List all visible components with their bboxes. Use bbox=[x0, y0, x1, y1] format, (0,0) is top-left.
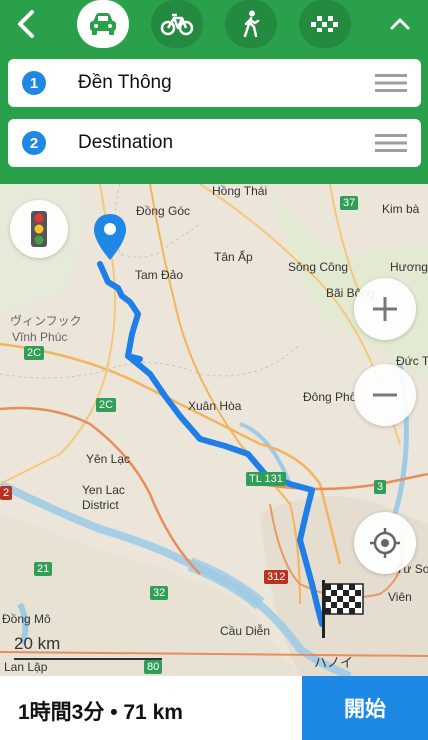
chevron-up-icon bbox=[390, 18, 410, 30]
mode-bicycle-button[interactable] bbox=[151, 0, 203, 48]
traffic-light-icon bbox=[31, 211, 47, 247]
map-place-label: Đông Phố bbox=[303, 390, 357, 404]
map-view[interactable]: Hồng Thái Đồng Góc Tân Ấp Sông Công Kim … bbox=[0, 184, 428, 676]
destination-field[interactable]: 2 Destination bbox=[8, 119, 421, 167]
road-label: 3 bbox=[374, 480, 387, 494]
map-place-label: Hương bbox=[390, 260, 428, 274]
map-place-label: Xuân Hòa bbox=[188, 399, 242, 413]
drag-handle-icon[interactable] bbox=[375, 74, 407, 92]
route-summary-bar: 1時間3分 • 71 km 開始 bbox=[0, 676, 428, 740]
zoom-in-button[interactable] bbox=[354, 278, 416, 340]
map-place-label: Đồng Góc bbox=[136, 204, 191, 218]
road-label: TL 131 bbox=[246, 472, 286, 486]
walk-icon bbox=[243, 10, 260, 38]
start-navigation-button[interactable]: 開始 bbox=[302, 676, 428, 740]
map-place-label: Đức T bbox=[396, 354, 428, 368]
map-place-label: Vĩnh Phúc bbox=[12, 330, 68, 344]
mode-taxi-button[interactable] bbox=[299, 0, 351, 48]
map-place-label: District bbox=[82, 498, 119, 512]
origin-index-badge: 1 bbox=[22, 71, 46, 95]
route-summary: 1時間3分 • 71 km bbox=[18, 701, 183, 724]
chevron-left-icon bbox=[18, 10, 34, 38]
taxi-icon bbox=[311, 16, 338, 32]
map-place-label: Cầu Diễn bbox=[220, 624, 271, 638]
map-place-label: Kim bà bbox=[382, 202, 420, 216]
road-label: 312 bbox=[264, 570, 289, 584]
map-place-label: Hồng Thái bbox=[212, 184, 268, 198]
destination-index-badge: 2 bbox=[22, 131, 46, 155]
map-place-label: Yên Lạc bbox=[86, 452, 131, 466]
origin-field[interactable]: 1 Đền Thông bbox=[8, 59, 421, 107]
map-place-label: Tân Ấp bbox=[214, 250, 253, 264]
collapse-button[interactable] bbox=[388, 12, 412, 36]
road-label: 21 bbox=[34, 562, 53, 576]
origin-pin-icon bbox=[94, 214, 126, 260]
map-place-label: Đồng Mô bbox=[2, 612, 51, 626]
traffic-toggle-button[interactable] bbox=[10, 200, 68, 258]
minus-icon bbox=[373, 393, 397, 397]
map-scale: 20 km bbox=[14, 634, 164, 664]
road-label: 2C bbox=[96, 398, 117, 412]
car-icon bbox=[90, 13, 116, 35]
crosshair-icon bbox=[370, 528, 400, 558]
bicycle-icon bbox=[160, 13, 194, 36]
map-place-label: Tam Đảo bbox=[135, 268, 184, 282]
zoom-out-button[interactable] bbox=[354, 364, 416, 426]
destination-label: Destination bbox=[78, 132, 174, 153]
mode-walk-button[interactable] bbox=[225, 0, 277, 48]
map-place-label: Sông Công bbox=[288, 260, 349, 274]
road-label: 2 bbox=[0, 486, 13, 500]
mode-car-button[interactable] bbox=[77, 0, 129, 48]
map-place-label: Yen Lac bbox=[82, 483, 125, 497]
scale-bar bbox=[14, 658, 162, 660]
map-place-label: ヴィンフック bbox=[10, 314, 82, 328]
map-place-label: Viên bbox=[388, 590, 412, 604]
map-place-label: ハノイ bbox=[314, 655, 354, 670]
road-label: 37 bbox=[340, 196, 359, 210]
plus-icon bbox=[373, 297, 397, 321]
my-location-button[interactable] bbox=[354, 512, 416, 574]
road-label: 2C bbox=[24, 346, 45, 360]
destination-flag-icon bbox=[322, 580, 364, 638]
transport-mode-bar bbox=[0, 0, 428, 50]
scale-label: 20 km bbox=[14, 634, 61, 653]
drag-handle-icon[interactable] bbox=[375, 134, 407, 152]
back-button[interactable] bbox=[12, 8, 40, 40]
origin-label: Đền Thông bbox=[78, 72, 172, 93]
road-label: 32 bbox=[150, 586, 169, 600]
route-header: 1 Đền Thông 2 Destination bbox=[0, 0, 428, 184]
